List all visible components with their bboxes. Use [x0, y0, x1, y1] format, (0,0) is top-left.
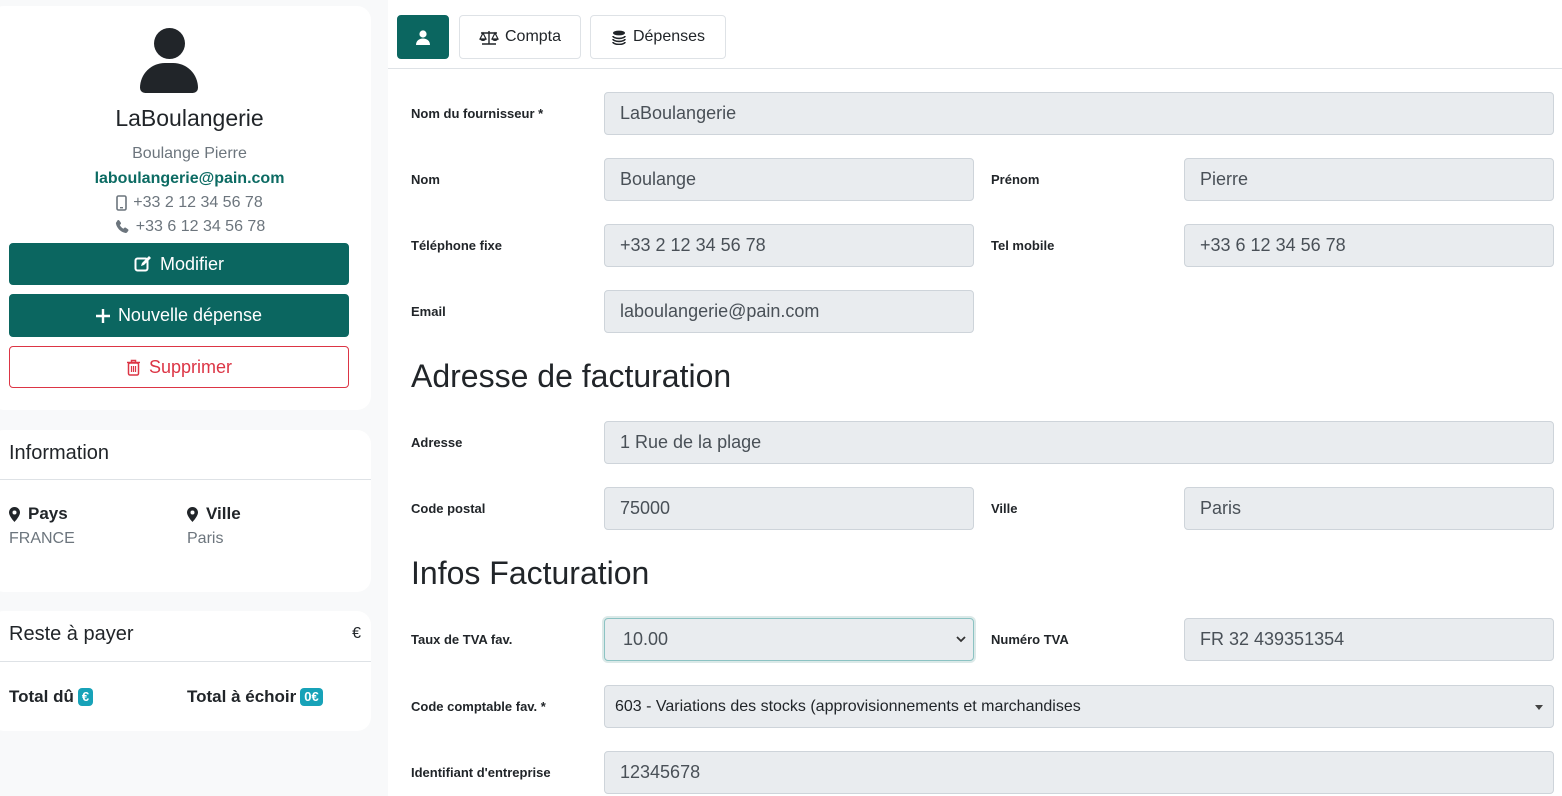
balance-scale-icon [479, 30, 499, 45]
code-comptable-label: Code comptable fav. * [411, 699, 546, 714]
trash-icon [126, 359, 140, 376]
profile-card: LaBoulangerie Boulange Pierre laboulange… [0, 6, 371, 410]
fournisseur-field[interactable]: LaBoulangerie [604, 92, 1554, 135]
identifiant-field[interactable]: 12345678 [604, 751, 1554, 794]
map-marker-icon [9, 506, 20, 522]
tel-mobile-label: Tel mobile [991, 238, 1055, 253]
currency-symbol: € [352, 625, 361, 642]
identifiant-label: Identifiant d'entreprise [411, 765, 551, 780]
edit-icon [134, 256, 151, 272]
nouvelle-depense-label: Nouvelle dépense [117, 305, 263, 325]
contact-name: Boulange Pierre [132, 145, 247, 162]
total-du: Total dû € [9, 687, 94, 707]
tab-depenses[interactable]: Dépenses [590, 15, 726, 59]
section-adresse-title: Adresse de facturation [411, 358, 732, 394]
nom-label: Nom [411, 172, 440, 187]
code-postal-label: Code postal [411, 501, 486, 516]
modifier-label: Modifier [159, 253, 225, 274]
supplier-name: LaBoulangerie [115, 105, 264, 131]
total-echoir: Total à échoir 0€ [187, 687, 323, 707]
total-du-label: Total dû [9, 687, 74, 706]
tva-select[interactable]: 10.00 [604, 618, 974, 661]
caret-down-icon [1535, 705, 1543, 710]
pays-label: Pays [28, 504, 68, 523]
tva-label: Taux de TVA fav. [411, 632, 513, 647]
phone-fixed-row: +33 2 12 34 56 78 [0, 194, 371, 212]
user-avatar-icon [140, 28, 198, 94]
pays-value: FRANCE [9, 530, 75, 547]
ville-block: Ville Paris [187, 504, 241, 548]
tel-mobile-field[interactable]: +33 6 12 34 56 78 [1184, 224, 1554, 267]
numero-tva-label: Numéro TVA [991, 632, 1069, 647]
phone-icon [115, 219, 129, 233]
information-title: Information [9, 442, 110, 464]
tab-compta-label: Compta [504, 28, 562, 45]
ville-field-label: Ville [991, 501, 1018, 516]
balance-title: Reste à payer [9, 623, 134, 645]
prenom-label: Prénom [991, 172, 1040, 187]
ville-label: Ville [206, 504, 241, 523]
email-label: Email [411, 304, 446, 319]
prenom-field[interactable]: Pierre [1184, 158, 1554, 201]
ville-field[interactable]: Paris [1184, 487, 1554, 530]
modifier-button[interactable]: Modifier [9, 243, 349, 285]
tabs-bar: Compta Dépenses [388, 0, 1562, 69]
section-infos-title: Infos Facturation [411, 555, 650, 591]
pays-block: Pays FRANCE [9, 504, 75, 548]
plus-icon [95, 308, 110, 323]
adresse-label: Adresse [411, 435, 463, 450]
tab-depenses-label: Dépenses [632, 28, 706, 45]
numero-tva-field[interactable]: FR 32 439351354 [1184, 618, 1554, 661]
tva-select-value: 10.00 [623, 629, 669, 649]
email-field[interactable]: laboulangerie@pain.com [604, 290, 974, 333]
information-header: Information [0, 430, 371, 480]
balance-header: Reste à payer € [0, 611, 371, 662]
tel-fixe-field[interactable]: +33 2 12 34 56 78 [604, 224, 974, 267]
coins-icon [612, 30, 626, 45]
adresse-field[interactable]: 1 Rue de la plage [604, 421, 1554, 464]
map-marker-icon [187, 506, 198, 522]
nom-field[interactable]: Boulange [604, 158, 974, 201]
contact-email-link[interactable]: laboulangerie@pain.com [0, 170, 371, 188]
supprimer-button[interactable]: Supprimer [9, 346, 349, 388]
tel-fixe-label: Téléphone fixe [411, 238, 503, 253]
tab-compta[interactable]: Compta [459, 15, 581, 59]
mobile-phone-icon [116, 195, 128, 211]
information-card: Information Pays FRANCE Ville Paris [0, 430, 371, 592]
phone-mobile-text: +33 6 12 34 56 78 [135, 218, 266, 235]
phone-fixed-text: +33 2 12 34 56 78 [133, 194, 263, 211]
phone-mobile-row: +33 6 12 34 56 78 [0, 218, 371, 236]
code-comptable-value: 603 - Variations des stocks (approvision… [615, 697, 1081, 715]
tab-profile[interactable] [397, 15, 449, 59]
balance-card: Reste à payer € Total dû € Total à échoi… [0, 611, 371, 731]
user-icon [416, 29, 430, 45]
supprimer-label: Supprimer [148, 356, 233, 377]
nouvelle-depense-button[interactable]: Nouvelle dépense [9, 294, 349, 337]
code-postal-field[interactable]: 75000 [604, 487, 974, 530]
chevron-down-icon [956, 636, 966, 643]
fournisseur-label: Nom du fournisseur * [411, 106, 544, 121]
code-comptable-select[interactable]: 603 - Variations des stocks (approvision… [604, 685, 1554, 728]
supplier-form-panel: Compta Dépenses Nom du fournisseur * LaB… [388, 0, 1562, 796]
total-echoir-badge: 0€ [300, 688, 323, 706]
total-du-badge: € [77, 688, 94, 706]
total-echoir-label: Total à échoir [187, 687, 297, 706]
ville-value: Paris [187, 530, 224, 547]
